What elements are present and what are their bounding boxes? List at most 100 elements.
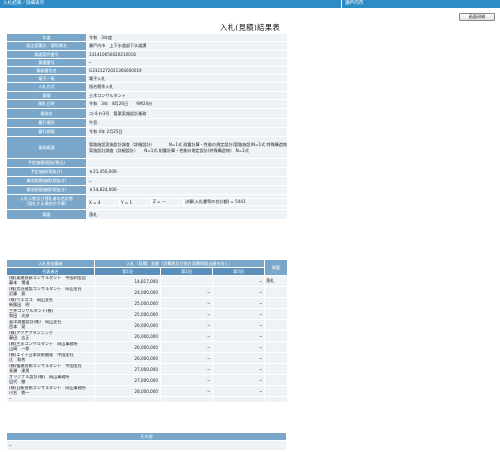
bidder-remark [264, 396, 288, 403]
info-label: 摘要 [6, 209, 87, 220]
count-z: Z = － [151, 198, 184, 206]
round-1-amount: 24,000,000 [94, 286, 161, 298]
print-screen-button[interactable]: 画面印刷 [459, 13, 495, 21]
info-row: 入札人数及び落札者の合計数 (落札する場合の予算) X = 4Y = 1Z = －… [6, 194, 288, 210]
bidder-row: (株)アクアプランニング 藤田 吉正 26,000,000 ─ ─ [6, 330, 288, 342]
round-3-amount: ─ [212, 308, 265, 320]
bidder-name: (株)エイト日本技術開発 中国支社 辻 和秀 [6, 352, 95, 364]
page-title: 入札(見積)結果表 [219, 23, 281, 32]
top-bar: 入札結果／詳細表示 瀬戸内市 [0, 0, 500, 8]
round-3-amount: ─ [212, 363, 265, 375]
bidder-group-header: 入札参加業者 [6, 259, 95, 268]
bidder-remark [264, 363, 288, 375]
info-row: 最低制限価格(税抜き) ￥14,824,000- [6, 185, 288, 195]
bidder-name: (株)復建技術コンサルタント 中国支社 長瀬 達男 [6, 363, 95, 375]
bid-info-table: 年度 令和 3年度 発注部署名／課所属名 瀬戸内市 上下水道部下水道課 調達案件番号 33… [6, 33, 288, 220]
bidder-name: オリジナル設計(株) 岡山事務所 田代 徹 [6, 374, 95, 386]
info-value: 令和 3年度 [86, 33, 288, 42]
bidder-name: (株)アクアプランニング 藤田 吉正 [6, 330, 95, 342]
info-row: 履行場所 牛窓 [6, 118, 288, 128]
round-2-amount: ─ [160, 363, 213, 375]
representative-header: 代表者名 [6, 267, 95, 276]
round-2-amount: ─ [160, 297, 213, 309]
round-2-amount: ─ [160, 374, 213, 386]
info-row: 最低制限価格(税抜き) ─ [6, 176, 288, 186]
round-3-amount: ─ [212, 352, 265, 364]
other-table: その他 ─ [6, 432, 287, 451]
info-label: 最低制限価格(税抜き) [6, 185, 87, 195]
info-label: 業種 [6, 91, 87, 100]
bidder-name: (株)ウエスコ 岡山支社 新飯田 明 [6, 297, 95, 309]
counts-table: X = 4Y = 1Z = －決算(入札書等の合計額) = 5441 [87, 198, 287, 206]
round-3-amount: ─ [212, 374, 265, 386]
round-2-amount: ─ [160, 286, 213, 298]
bidder-name: 三井コンサルタント(株) 和田 光彦 [6, 308, 95, 320]
round-2-amount: ─ [160, 330, 213, 342]
info-label: 入札方式 [6, 82, 87, 92]
round-1-amount: 25,000,000 [94, 297, 161, 309]
bid-results-table: 入札参加業者 入札（見積）金額（消費税及び地方消費税相当額を除く） 摘要 代表者… [6, 259, 288, 403]
round-2-amount [160, 275, 213, 287]
info-label: 最低制限価格(税抜き) [6, 176, 87, 186]
round-2-header: 第2回 [160, 267, 213, 276]
info-label: 業務概要 [6, 136, 87, 159]
bidder-row: ─ [6, 396, 288, 403]
bidder-row: (株)エイト日本技術開発 中国支社 辻 和秀 26,000,000 ─ ─ [6, 352, 288, 364]
info-value: ￥14,824,000- [86, 185, 288, 195]
info-row: 予定価格(税抜き) ￥21,450,000- [6, 167, 288, 177]
bidder-row: (株)ウエスコ 岡山支社 新飯田 明 25,000,000 ─ ─ [6, 297, 288, 309]
bidder-remark [264, 374, 288, 386]
round-2-amount: ─ [160, 385, 213, 397]
bidder-name: ─ [6, 396, 95, 403]
breadcrumb: 入札結果／詳細表示 [0, 0, 342, 8]
round-3-amount: ─ [212, 297, 265, 309]
round-2-amount: ─ [160, 308, 213, 320]
round-1-header: 第1回 [94, 267, 161, 276]
info-label: 入札人数及び落札者の合計数 (落札する場合の予算) [6, 194, 87, 210]
round-2-amount: ─ [160, 341, 213, 353]
bidder-remark [264, 286, 288, 298]
info-label: 電子／紙 [6, 74, 87, 83]
round-2-amount: ─ [160, 319, 213, 331]
count-y: Y = 1 [119, 198, 152, 206]
info-row: 履行期限 令和 4年 2月25日 [6, 127, 288, 137]
bidder-remark: 落札 [264, 275, 288, 287]
bidder-remark [264, 385, 288, 397]
info-value: 令和 4年 2月25日 [86, 127, 288, 137]
bidder-name: (株)荒谷建設コンサルタント 岡山支社 近藤 振 [6, 286, 95, 298]
info-value: ￥21,450,000- [86, 167, 288, 177]
info-label: 予定価格(税抜/税込) [6, 158, 87, 168]
info-row: 業務番号名 G332127202136S600019 [6, 66, 288, 75]
round-3-amount: ─ [212, 341, 265, 353]
info-row: 予定価格(税抜/税込) [6, 158, 288, 168]
round-3-amount: ─ [212, 319, 265, 331]
info-label: 履行期限 [6, 127, 87, 137]
round-3-amount: ─ [212, 286, 265, 298]
other-value: ─ [6, 440, 287, 451]
bidder-name: (株)東建技研コンサルタント 中国四支店 藤本 博道 [6, 275, 95, 287]
remarks-header: 摘要 [264, 259, 288, 276]
info-label: 業務名 [6, 108, 87, 119]
info-row: 入札方式 指名競争入札 [6, 82, 288, 92]
info-row: 業種 土木コンサルタント [6, 91, 288, 100]
info-row: 電子／紙 電子入札 [6, 74, 288, 83]
round-2-amount: ─ [160, 352, 213, 364]
bidder-remark [264, 319, 288, 331]
round-1-amount [94, 396, 161, 403]
round-1-amount: 27,000,000 [94, 363, 161, 375]
round-3-amount: ─ [212, 275, 265, 287]
bidder-row: (株)東建技研コンサルタント 中国四支店 藤本 博道 14,817,000 ─ 落札 [6, 275, 288, 287]
info-value [86, 158, 288, 168]
info-value: 令和 3年 8月26日 9時24分 [86, 99, 288, 109]
round-1-amount: 14,817,000 [94, 275, 161, 287]
round-3-amount: ─ [212, 330, 265, 342]
info-value: ─ [86, 58, 288, 67]
info-label: 予定価格(税抜き) [6, 167, 87, 177]
count-x: X = 4 [87, 198, 120, 206]
bidder-row: 三井コンサルタント(株) 和田 光彦 25,000,000 ─ ─ [6, 308, 288, 320]
bidder-name: 東洋測量設計(株) 岡山支社 西本 晃 [6, 319, 95, 331]
other-header: その他 [6, 432, 287, 441]
info-value: 管路施設実施設計調査（詳細設計） N=1式 耐震計算・性能の規定設計(管路施設)… [86, 136, 288, 159]
round-1-amount: 26,000,000 [94, 319, 161, 331]
round-1-amount: 28,000,000 [94, 385, 161, 397]
